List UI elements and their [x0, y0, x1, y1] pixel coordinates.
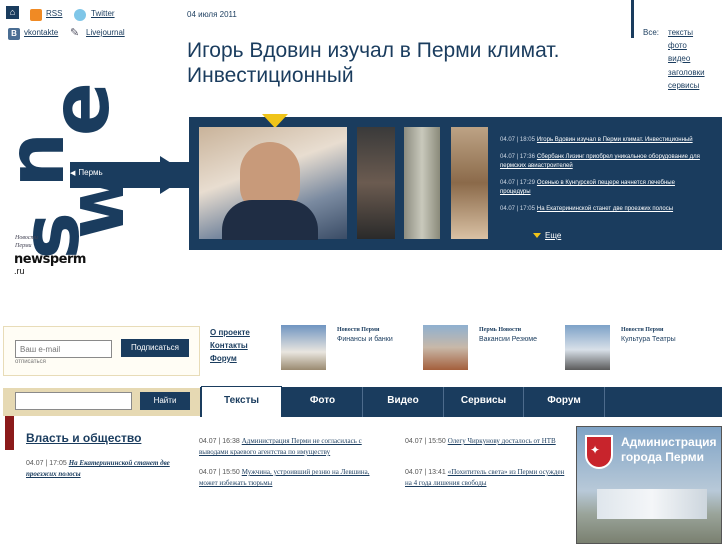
section-accent — [5, 416, 14, 450]
promo-image — [281, 325, 326, 370]
thumb-photo-2[interactable] — [404, 127, 440, 239]
promo-subtitle: Культура Театры — [621, 336, 676, 343]
list-item[interactable]: 04.07 | 18:05 Игорь Вдовин изучал в Перми… — [500, 136, 705, 145]
tab-forum[interactable]: Форум — [524, 387, 605, 417]
logo-caption: Новости Перми — [15, 235, 38, 249]
promo-title: Новости Перми — [621, 327, 664, 333]
email-input[interactable] — [15, 340, 112, 358]
divider — [631, 0, 634, 38]
list-item[interactable]: 04.07 | 17:05 На Екатерининской станет д… — [26, 458, 186, 480]
filter-photo[interactable]: фото — [668, 41, 687, 50]
city-label[interactable]: ◀ Пермь — [70, 168, 103, 177]
thumb-photo-3[interactable] — [451, 127, 488, 239]
twitter-icon[interactable] — [74, 9, 86, 21]
page-headline[interactable]: Игорь Вдовин изучал в Перми климат. Инве… — [187, 38, 627, 88]
promo-subtitle: Финансы и банки — [337, 336, 393, 343]
list-item[interactable]: 04.07 | 13:41 «Похититель света» из Перм… — [405, 467, 565, 489]
vkontakte-icon[interactable]: B — [8, 28, 20, 40]
promo-title: Пермь Новости — [479, 327, 522, 333]
tab-services[interactable]: Сервисы — [444, 387, 524, 417]
current-date: 04 июля 2011 — [187, 10, 237, 19]
panel-notch — [262, 114, 288, 128]
search-input[interactable] — [15, 392, 132, 410]
logo-wordmark[interactable]: newsperm — [14, 252, 86, 267]
search-button[interactable]: Найти — [140, 392, 190, 410]
banner-city-image — [597, 489, 707, 519]
about-link[interactable]: О проекте — [210, 328, 250, 337]
twitter-link[interactable]: Twitter — [91, 9, 115, 18]
list-item[interactable]: 04.07 | 15:50 Мужчина, устроивший резню … — [199, 467, 384, 489]
filter-texts[interactable]: тексты — [668, 28, 693, 37]
promo-subtitle: Вакансии Резюме — [479, 336, 537, 343]
livejournal-link[interactable]: Livejournal — [86, 28, 125, 37]
list-item[interactable]: 04.07 | 17:29 Осенью в Кунгурской пещере … — [500, 179, 705, 197]
list-item[interactable]: 04.07 | 17:05 На Екатерининской станет дв… — [500, 205, 705, 214]
filter-video[interactable]: видео — [668, 54, 690, 63]
arrow-shape — [160, 156, 190, 194]
home-icon[interactable]: ⌂ — [6, 6, 19, 19]
filter-headlines[interactable]: заголовки — [668, 68, 705, 77]
tab-video[interactable]: Видео — [363, 387, 444, 417]
list-item[interactable]: 04.07 | 16:38 Администрация Перми не сог… — [199, 436, 384, 458]
livejournal-icon[interactable]: ✎ — [70, 27, 82, 39]
promo-image — [423, 325, 468, 370]
promo-image — [565, 325, 610, 370]
triangle-icon: ◀ — [70, 170, 76, 177]
city-admin-banner[interactable]: ✦ Администрация города Перми — [576, 426, 722, 544]
promo-title: Новости Перми — [337, 327, 380, 333]
subscribe-button[interactable]: Подписаться — [121, 339, 189, 357]
thumb-photo-1[interactable] — [357, 127, 395, 239]
tab-photo[interactable]: Фото — [283, 387, 363, 417]
more-link[interactable]: Еще — [533, 231, 561, 240]
list-item[interactable]: 04.07 | 17:36 Сбербанк Лизинг приобрел ун… — [500, 153, 705, 171]
unsubscribe-link[interactable]: отписаться — [15, 359, 46, 365]
logo-tld: .ru — [14, 266, 25, 276]
filters-label: Все: — [643, 28, 660, 37]
vkontakte-link[interactable]: vkontakte — [24, 28, 58, 37]
forum-link[interactable]: Форум — [210, 354, 237, 363]
svg-text:e: e — [34, 82, 127, 136]
bear-icon: ✦ — [590, 443, 601, 457]
rss-icon[interactable] — [30, 9, 42, 21]
banner-text: Администрация города Перми — [621, 435, 717, 464]
featured-photo-suit — [222, 200, 318, 240]
rss-link[interactable]: RSS — [46, 9, 62, 18]
tab-texts[interactable]: Тексты — [201, 386, 282, 417]
contacts-link[interactable]: Контакты — [210, 341, 248, 350]
triangle-down-icon — [533, 233, 541, 239]
list-item[interactable]: 04.07 | 15:50 Олегу Чиркунову досталось … — [405, 436, 565, 447]
filter-services[interactable]: сервисы — [668, 81, 699, 90]
section-title[interactable]: Власть и общество — [26, 431, 141, 445]
